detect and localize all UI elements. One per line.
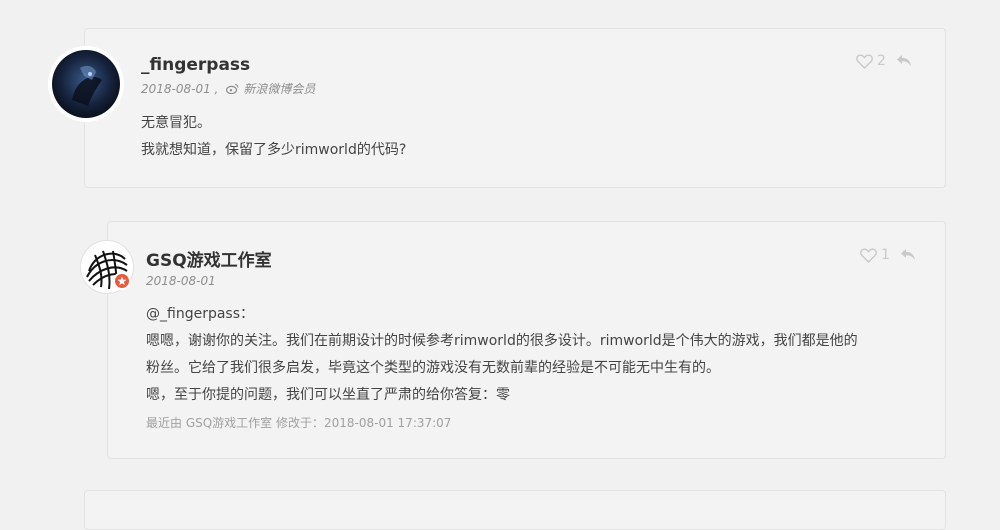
comment-author[interactable]: GSQ游戏工作室 (146, 246, 272, 271)
like-count: 2 (877, 53, 886, 69)
comment-body: @_fingerpass： 嗯嗯，谢谢你的关注。我们在前期设计的时候参考rimw… (146, 301, 936, 435)
comment-actions: 1 (860, 247, 916, 263)
comment-line: 嗯，至于你提的问题，我们可以坐直了严肃的给你答复：零 (146, 387, 510, 403)
avatar-image (52, 50, 120, 118)
heart-icon (860, 248, 877, 263)
comment-line: 嗯嗯，谢谢你的关注。我们在前期设计的时候参考rimworld的很多设计。rimw… (146, 333, 858, 349)
edited-note: 最近由 GSQ游戏工作室 修改于：2018-08-01 17:37:07 (146, 416, 452, 430)
comment-line: 我就想知道，保留了多少rimworld的代码? (141, 142, 407, 158)
reply-button[interactable] (900, 248, 916, 262)
mention-link[interactable]: @_fingerpass： (146, 301, 936, 328)
comment-actions: 2 (856, 53, 912, 69)
comment-line: 粉丝。它给了我们很多启发，毕竟这个类型的游戏没有无数前辈的经验是不可能无中生有的… (146, 360, 720, 376)
comment-card (84, 28, 946, 188)
like-button[interactable]: 1 (860, 247, 890, 263)
source-label: 新浪微博会员 (243, 82, 316, 96)
weibo-source[interactable]: 新浪微博会员 (226, 80, 315, 97)
comment-author[interactable]: _fingerpass (141, 55, 250, 75)
comment-meta: 2018-08-01 (146, 274, 216, 288)
comment-date: 2018-08-01 (146, 274, 216, 288)
heart-icon (856, 54, 873, 69)
reply-icon (900, 249, 915, 261)
comment-card-next (84, 490, 946, 530)
like-count: 1 (881, 247, 890, 263)
star-badge (113, 272, 131, 290)
avatar[interactable] (48, 46, 124, 122)
reply-icon (896, 55, 911, 67)
comment-date: 2018-08-01 , (141, 81, 219, 96)
comment-meta: 2018-08-01 , 新浪微博会员 (141, 80, 315, 97)
weibo-icon (226, 83, 239, 94)
reply-button[interactable] (896, 54, 912, 68)
comment-body: 无意冒犯。 我就想知道，保留了多少rimworld的代码? (141, 110, 921, 164)
comment-line: 无意冒犯。 (141, 115, 211, 131)
star-badge-icon (117, 276, 127, 286)
like-button[interactable]: 2 (856, 53, 886, 69)
